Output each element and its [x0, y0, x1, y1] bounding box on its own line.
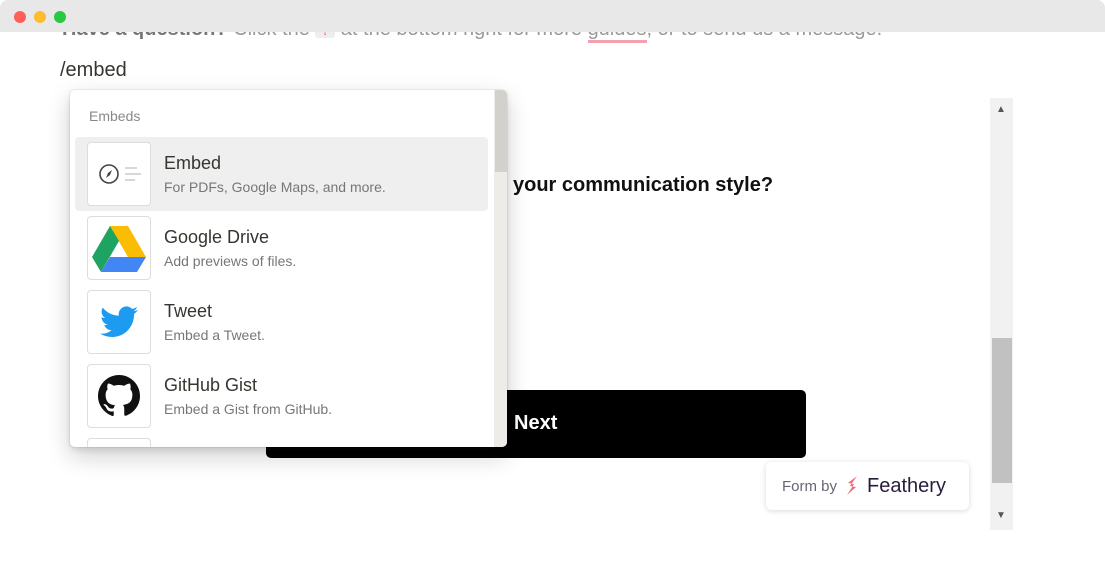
item-desc: For PDFs, Google Maps, and more. [164, 179, 386, 195]
embed-menu: Embeds Embed For PDFs, Google Maps, and m… [70, 90, 507, 447]
close-window-button[interactable] [14, 11, 26, 23]
menu-item-github-gist[interactable]: GitHub Gist Embed a Gist from GitHub. [75, 359, 488, 433]
badge-prefix: Form by [782, 477, 838, 495]
menu-scrollbar-thumb[interactable] [495, 90, 507, 172]
menu-scrollbar[interactable] [494, 90, 507, 447]
item-name: Google Drive [164, 227, 270, 247]
item-desc: Add previews of files. [164, 253, 297, 269]
minimize-window-button[interactable] [34, 11, 46, 23]
window-titlebar [0, 0, 1105, 32]
menu-item-partial[interactable] [75, 433, 488, 447]
embed-item-icon [87, 438, 151, 447]
menu-item-google-drive[interactable]: Google Drive Add previews of files. [75, 211, 488, 285]
item-name: Tweet [164, 301, 213, 321]
feathery-badge[interactable]: Form by Feathery [766, 462, 969, 510]
slash-command-text[interactable]: /embed [60, 59, 127, 82]
menu-section-label: Embeds [89, 108, 141, 124]
feathery-logo-icon [847, 476, 858, 495]
form-question: your communication style? [513, 174, 774, 196]
form-scrollbar[interactable]: ▲ ▼ [990, 98, 1013, 530]
item-name: GitHub Gist [164, 375, 258, 395]
scrollbar-thumb[interactable] [992, 338, 1012, 483]
scroll-up-icon[interactable]: ▲ [996, 104, 1006, 115]
item-name: Embed [164, 153, 222, 173]
maximize-window-button[interactable] [54, 11, 66, 23]
twitter-icon [87, 290, 151, 354]
github-icon [87, 364, 151, 428]
scroll-down-icon[interactable]: ▼ [996, 510, 1006, 521]
compass-icon [87, 142, 151, 206]
menu-item-tweet[interactable]: Tweet Embed a Tweet. [75, 285, 488, 359]
badge-brand: Feathery [867, 474, 946, 497]
item-desc: Embed a Gist from GitHub. [164, 401, 333, 417]
item-desc: Embed a Tweet. [164, 327, 265, 343]
google-drive-icon [87, 216, 151, 280]
menu-item-embed[interactable]: Embed For PDFs, Google Maps, and more. [75, 137, 488, 211]
